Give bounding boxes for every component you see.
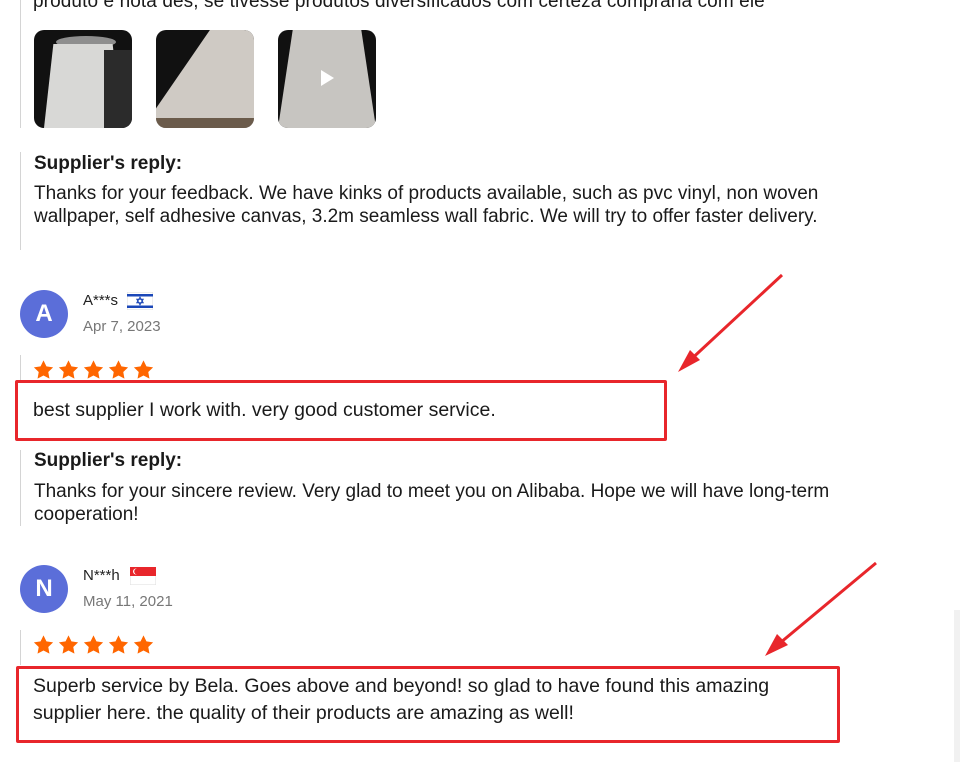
- page-edge: [954, 610, 960, 762]
- annotation-arrow-icon: [678, 273, 877, 656]
